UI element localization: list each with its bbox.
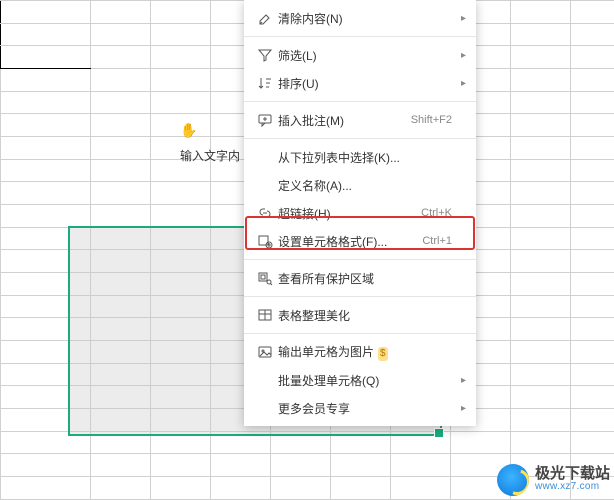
chevron-right-icon: ▸ xyxy=(458,13,466,24)
menu-label: 定义名称(A)... xyxy=(276,177,458,194)
watermark: 极光下载站 www.xz7.com xyxy=(497,464,610,496)
protect-icon xyxy=(254,270,276,286)
watermark-logo-icon xyxy=(497,464,529,496)
chevron-right-icon: ▸ xyxy=(458,50,466,61)
menu-define-name[interactable]: 定义名称(A)... xyxy=(244,171,476,199)
menu-shortcut: Shift+F2 xyxy=(411,114,452,126)
sort-icon xyxy=(254,75,276,91)
menu-label: 批量处理单元格(Q) xyxy=(276,372,458,389)
menu-batch-process[interactable]: 批量处理单元格(Q) ▸ xyxy=(244,366,476,394)
watermark-url: www.xz7.com xyxy=(535,480,610,493)
menu-sort[interactable]: 排序(U) ▸ xyxy=(244,69,476,97)
menu-filter[interactable]: 筛选(L) ▸ xyxy=(244,41,476,69)
image-icon xyxy=(254,344,276,360)
menu-table-beautify[interactable]: 表格整理美化 xyxy=(244,301,476,329)
vip-badge: $ xyxy=(378,347,388,361)
menu-separator xyxy=(244,296,476,297)
menu-hyperlink[interactable]: 超链接(H)... Ctrl+K xyxy=(244,199,476,227)
menu-separator xyxy=(244,333,476,334)
menu-label: 插入批注(M) xyxy=(276,112,411,129)
menu-label: 从下拉列表中选择(K)... xyxy=(276,149,458,166)
menu-view-protected[interactable]: 查看所有保护区域 xyxy=(244,264,476,292)
menu-shortcut: Ctrl+K xyxy=(421,207,452,219)
menu-label: 查看所有保护区域 xyxy=(276,270,458,287)
menu-pick-from-dropdown[interactable]: 从下拉列表中选择(K)... xyxy=(244,143,476,171)
chevron-right-icon: ▸ xyxy=(458,78,466,89)
menu-label: 表格整理美化 xyxy=(276,307,458,324)
menu-label: 更多会员专享 xyxy=(276,400,458,417)
menu-more-vip[interactable]: 更多会员专享 ▸ xyxy=(244,394,476,422)
comment-icon xyxy=(254,112,276,128)
menu-clear-contents[interactable]: 清除内容(N) ▸ xyxy=(244,4,476,32)
menu-shortcut: Ctrl+1 xyxy=(422,235,452,247)
watermark-title: 极光下载站 xyxy=(535,467,610,480)
format-cells-icon xyxy=(254,233,276,249)
menu-format-cells[interactable]: 设置单元格格式(F)... Ctrl+1 xyxy=(244,227,476,255)
menu-export-image[interactable]: 输出单元格为图片$ xyxy=(244,338,476,366)
chevron-right-icon: ▸ xyxy=(458,375,466,386)
menu-label: 排序(U) xyxy=(276,75,458,92)
menu-separator xyxy=(244,259,476,260)
eraser-icon xyxy=(254,10,276,26)
menu-label: 清除内容(N) xyxy=(276,10,458,27)
menu-separator xyxy=(244,138,476,139)
menu-label: 超链接(H)... xyxy=(276,205,421,222)
menu-label: 筛选(L) xyxy=(276,47,458,64)
chevron-right-icon: ▸ xyxy=(458,403,466,414)
link-icon xyxy=(254,205,276,221)
menu-insert-comment[interactable]: 插入批注(M) Shift+F2 xyxy=(244,106,476,134)
context-menu: 清除内容(N) ▸ 筛选(L) ▸ 排序(U) ▸ 插入批注(M) Shift+… xyxy=(244,0,476,426)
menu-separator xyxy=(244,36,476,37)
menu-label: 输出单元格为图片$ xyxy=(276,343,458,361)
filter-icon xyxy=(254,47,276,63)
menu-separator xyxy=(244,101,476,102)
table-icon xyxy=(254,307,276,323)
menu-label: 设置单元格格式(F)... xyxy=(276,233,422,250)
